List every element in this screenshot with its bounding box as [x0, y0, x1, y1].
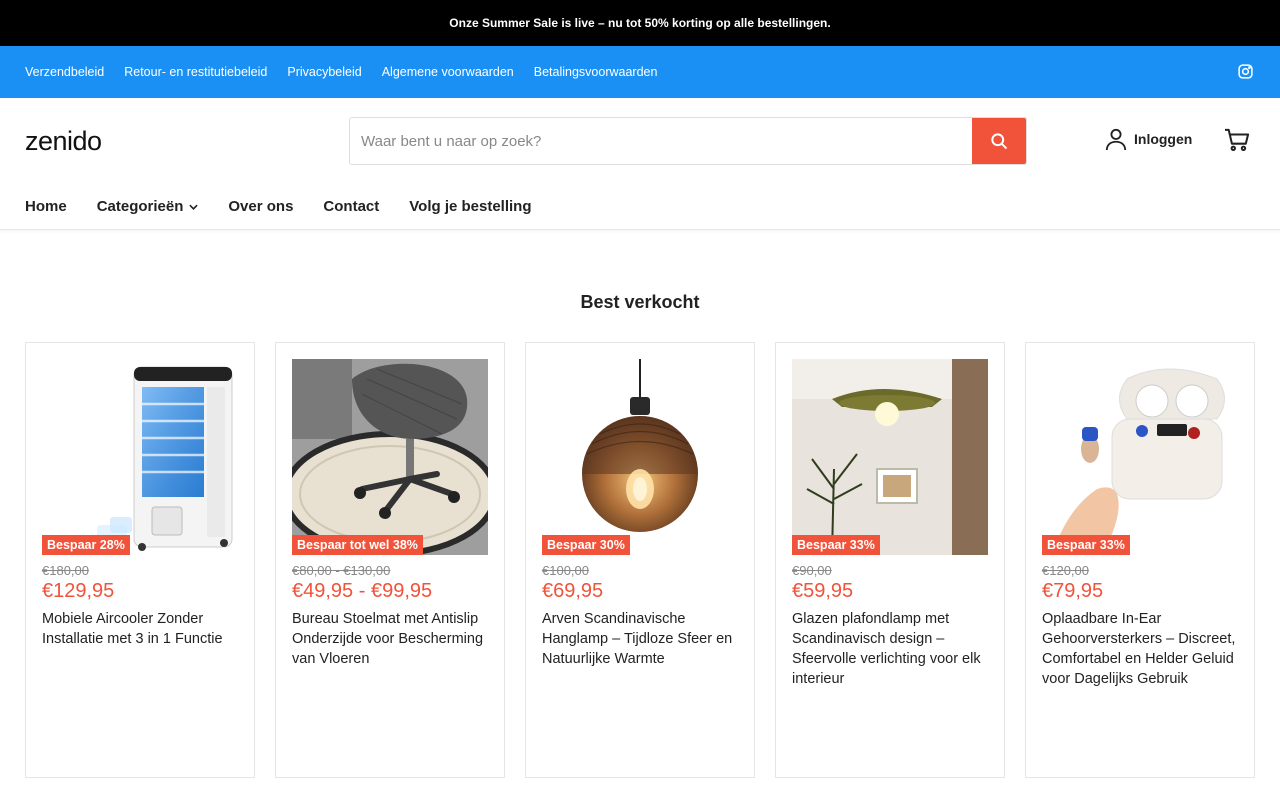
old-price: €90,00 [792, 563, 832, 578]
login-link[interactable]: Inloggen [1105, 127, 1192, 151]
product-title[interactable]: Oplaadbare In-Ear Gehoorversterkers – Di… [1042, 609, 1238, 689]
product-title[interactable]: Arven Scandinavische Hanglamp – Tijdloze… [542, 609, 738, 669]
search-input[interactable] [350, 118, 972, 164]
old-price: €120,00 [1042, 563, 1089, 578]
product-card[interactable]: Bespaar 33% €120,00 €79,95 Oplaadbare In… [1025, 342, 1255, 778]
old-price: €100,00 [542, 563, 589, 578]
section-title: Best verkocht [580, 292, 700, 312]
link-verzendbeleid[interactable]: Verzendbeleid [25, 65, 104, 79]
announcement-bar: Onze Summer Sale is live – nu tot 50% ko… [0, 0, 1280, 46]
product-card[interactable]: Bespaar 30% €100,00 €69,95 Arven Scandin… [525, 342, 755, 778]
link-retourbeleid[interactable]: Retour- en restitutiebeleid [124, 65, 267, 79]
link-privacybeleid[interactable]: Privacybeleid [287, 65, 361, 79]
product-card[interactable]: Bespaar 28% €180,00 €129,95 Mobiele Airc… [25, 342, 255, 778]
sale-price: €69,95 [542, 580, 604, 602]
search-icon [991, 133, 1008, 150]
old-price: €180,00 [42, 563, 89, 578]
cart-icon[interactable] [1224, 128, 1250, 157]
product-image[interactable]: Bespaar tot wel 38% [292, 359, 488, 555]
link-betalingsvoorwaarden[interactable]: Betalingsvoorwaarden [534, 65, 658, 79]
chevron-down-icon [189, 204, 199, 210]
discount-badge: Bespaar 28% [42, 535, 130, 555]
discount-badge: Bespaar 30% [542, 535, 630, 555]
product-image[interactable]: Bespaar 33% [792, 359, 988, 555]
nav-contact[interactable]: Contact [323, 198, 379, 215]
product-image[interactable]: Bespaar 28% [42, 359, 238, 555]
announcement-text: Onze Summer Sale is live – nu tot 50% ko… [449, 16, 831, 30]
main-navigation: Home Categorieën Over ons Contact Volg j… [0, 184, 1280, 230]
search-button[interactable] [972, 118, 1026, 164]
discount-badge: Bespaar tot wel 38% [292, 535, 423, 555]
nav-over-ons[interactable]: Over ons [228, 198, 293, 215]
sale-price: €129,95 [42, 580, 115, 602]
product-title[interactable]: Mobiele Aircooler Zonder Installatie met… [42, 609, 238, 649]
product-image[interactable]: Bespaar 30% [542, 359, 738, 555]
link-algemene-voorwaarden[interactable]: Algemene voorwaarden [382, 65, 514, 79]
product-title[interactable]: Bureau Stoelmat met Antislip Onderzijde … [292, 609, 488, 669]
discount-badge: Bespaar 33% [1042, 535, 1130, 555]
discount-badge: Bespaar 33% [792, 535, 880, 555]
sale-price: €59,95 [792, 580, 854, 602]
product-card[interactable]: Bespaar 33% €90,00 €59,95 Glazen plafond… [775, 342, 1005, 778]
old-price: €80,00 - €130,00 [292, 563, 391, 578]
search-bar [349, 117, 1027, 165]
sale-price: €79,95 [1042, 580, 1104, 602]
nav-volg-bestelling[interactable]: Volg je bestelling [409, 198, 531, 215]
product-image[interactable]: Bespaar 33% [1042, 359, 1238, 555]
user-icon [1105, 128, 1127, 151]
nav-home[interactable]: Home [25, 198, 67, 215]
site-header: zenido Inloggen [0, 98, 1280, 184]
product-grid: Bespaar 28% €180,00 €129,95 Mobiele Airc… [25, 342, 1255, 778]
top-utility-nav: Verzendbeleid Retour- en restitutiebelei… [0, 46, 1280, 98]
login-label: Inloggen [1134, 131, 1193, 147]
nav-categorieen[interactable]: Categorieën [97, 198, 199, 215]
sale-price: €49,95 - €99,95 [292, 580, 433, 602]
instagram-icon[interactable] [1237, 63, 1255, 81]
product-card[interactable]: Bespaar tot wel 38% €80,00 - €130,00 €49… [275, 342, 505, 778]
product-title[interactable]: Glazen plafondlamp met Scandinavisch des… [792, 609, 988, 689]
site-logo[interactable]: zenido [25, 126, 349, 157]
